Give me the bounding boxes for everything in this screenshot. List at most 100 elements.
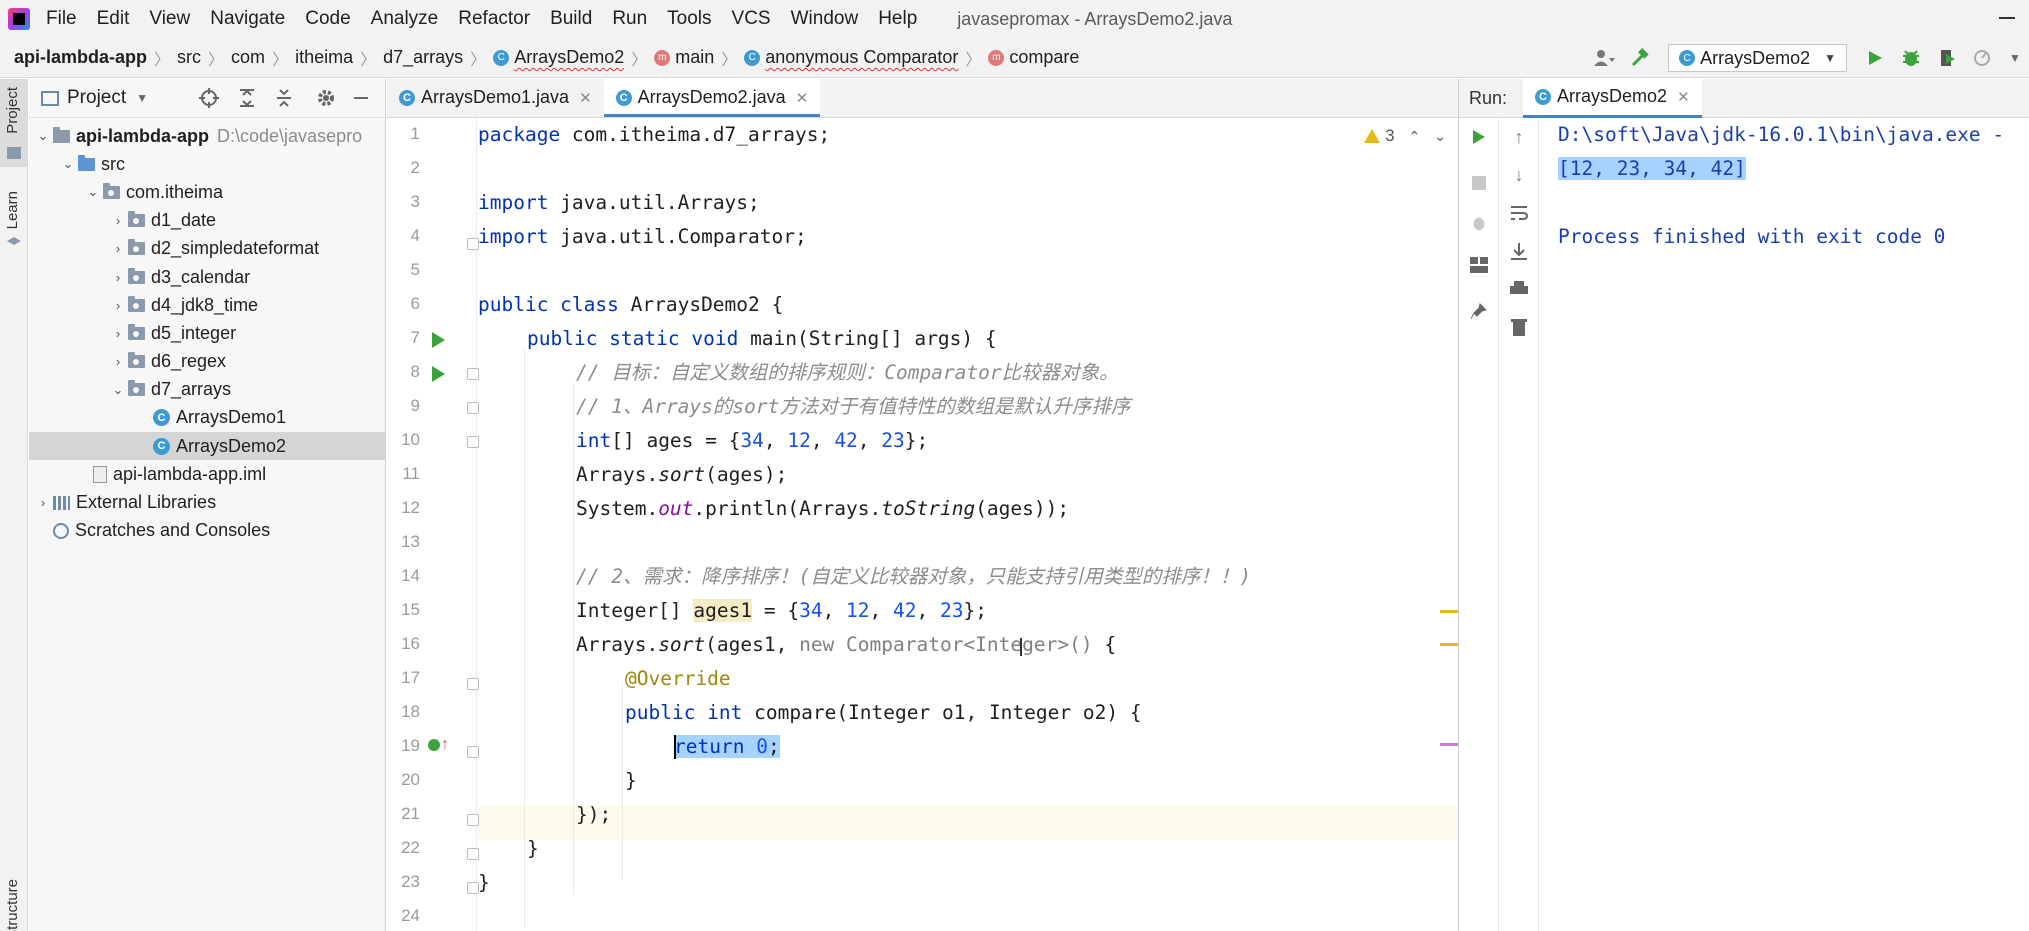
tree-row-class-arraysdemo2[interactable]: C ArraysDemo2 bbox=[29, 432, 385, 461]
tree-row-external[interactable]: › External Libraries bbox=[29, 488, 385, 516]
tree-row-src[interactable]: ⌄ src bbox=[29, 150, 385, 178]
run-config-select[interactable]: C ArraysDemo2 ▼ bbox=[1668, 44, 1847, 72]
chevron-down-icon[interactable]: ▼ bbox=[136, 91, 148, 105]
coverage-icon[interactable] bbox=[1936, 47, 1958, 69]
crumb-class[interactable]: C ArraysDemo2 bbox=[493, 47, 624, 68]
tree-class-label: ArraysDemo1 bbox=[176, 407, 287, 428]
debug-disabled-icon[interactable] bbox=[1469, 213, 1489, 233]
run-main-icon[interactable] bbox=[432, 366, 445, 382]
menu-file[interactable]: File bbox=[46, 8, 77, 30]
crumb-itheima[interactable]: itheima bbox=[295, 47, 353, 68]
tree-row-d7[interactable]: ⌄ d7_arrays bbox=[29, 376, 385, 404]
menu-tools[interactable]: Tools bbox=[667, 8, 711, 30]
code-line-12: System.out.println(Arrays.toString(ages)… bbox=[576, 497, 1070, 520]
run-tab-arraysdemo2[interactable]: C ArraysDemo2 ✕ bbox=[1523, 78, 1702, 118]
close-icon[interactable]: ✕ bbox=[796, 89, 809, 107]
chevron-right-icon[interactable]: › bbox=[108, 354, 128, 369]
chevron-right-icon[interactable]: › bbox=[108, 326, 128, 341]
tree-row-iml[interactable]: api-lambda-app.iml bbox=[29, 460, 385, 488]
menu-help[interactable]: Help bbox=[878, 8, 917, 30]
build-hammer-icon[interactable] bbox=[1629, 47, 1651, 69]
chevron-right-icon[interactable]: › bbox=[33, 495, 53, 510]
tree-row-d3[interactable]: › d3_calendar bbox=[29, 263, 385, 291]
run-tab-label: ArraysDemo2 bbox=[1557, 86, 1668, 106]
chevron-down-icon[interactable]: ⌄ bbox=[33, 128, 53, 144]
code-editor[interactable]: package com.itheima.d7_arrays; import ja… bbox=[478, 118, 1458, 931]
selection-stripe-marker[interactable] bbox=[1440, 743, 1458, 746]
menu-build[interactable]: Build bbox=[550, 8, 592, 30]
crumb-src[interactable]: src bbox=[177, 47, 201, 68]
tree-row-class-arraysdemo1[interactable]: C ArraysDemo1 bbox=[29, 404, 385, 432]
menu-window[interactable]: Window bbox=[791, 8, 859, 30]
chevron-right-icon[interactable]: › bbox=[108, 241, 128, 256]
hide-panel-icon[interactable] bbox=[351, 88, 371, 108]
more-actions-icon[interactable]: ▼ bbox=[2008, 47, 2022, 69]
tab-arraysdemo2[interactable]: C ArraysDemo2.java ✕ bbox=[603, 78, 821, 117]
chevron-right-icon[interactable]: › bbox=[108, 213, 128, 228]
menu-refactor[interactable]: Refactor bbox=[458, 8, 530, 30]
crumb-com[interactable]: com bbox=[231, 47, 265, 68]
code-line-16: Arrays.sort(ages1, new Comparator<Intege… bbox=[576, 633, 1117, 656]
tree-row-scratches[interactable]: Scratches and Consoles bbox=[29, 517, 385, 545]
run-icon[interactable] bbox=[1864, 47, 1886, 69]
menu-view[interactable]: View bbox=[149, 8, 190, 30]
user-icon[interactable] bbox=[1593, 47, 1616, 69]
menu-code[interactable]: Code bbox=[305, 8, 350, 30]
crumb-package[interactable]: d7_arrays bbox=[383, 47, 463, 68]
stripe-structure-label[interactable]: Structure bbox=[4, 879, 21, 931]
chevron-right-icon[interactable]: › bbox=[108, 270, 128, 285]
menu-navigate[interactable]: Navigate bbox=[210, 8, 285, 30]
expand-all-icon[interactable] bbox=[237, 88, 257, 108]
stripe-learn-label[interactable]: Learn bbox=[4, 191, 21, 229]
tree-row-d5[interactable]: › d5_integer bbox=[29, 319, 385, 347]
crumb-method[interactable]: m main bbox=[654, 47, 714, 68]
inspection-widget[interactable]: 3 ⌃ ⌄ bbox=[1364, 126, 1446, 146]
chevron-up-icon[interactable]: ⌃ bbox=[1409, 128, 1421, 145]
arrow-down-icon[interactable]: ↓ bbox=[1509, 165, 1529, 185]
layout-icon[interactable] bbox=[1469, 255, 1489, 275]
run-class-icon[interactable] bbox=[432, 332, 445, 348]
stop-icon[interactable] bbox=[1469, 173, 1489, 193]
crumb-compare[interactable]: m compare bbox=[988, 47, 1079, 68]
print-icon[interactable] bbox=[1509, 279, 1529, 299]
project-panel-title[interactable]: Project bbox=[67, 87, 126, 109]
code-line-10: int[] ages = {34, 12, 42, 23}; bbox=[576, 429, 929, 452]
tab-arraysdemo1[interactable]: C ArraysDemo1.java ✕ bbox=[387, 78, 604, 117]
arrow-up-icon[interactable]: ↑ bbox=[1509, 127, 1529, 147]
crumb-project[interactable]: api-lambda-app bbox=[14, 47, 147, 68]
gear-icon[interactable] bbox=[316, 88, 336, 108]
menu-analyze[interactable]: Analyze bbox=[371, 8, 439, 30]
chevron-down-icon[interactable]: ⌄ bbox=[58, 156, 78, 172]
profile-icon[interactable] bbox=[1972, 47, 1994, 69]
crumb-anonymous[interactable]: C anonymous Comparator bbox=[744, 47, 958, 68]
debug-icon[interactable] bbox=[1900, 47, 1922, 69]
warning-stripe-marker[interactable] bbox=[1440, 610, 1458, 613]
tree-row-d4[interactable]: › d4_jdk8_time bbox=[29, 291, 385, 319]
close-icon[interactable]: ✕ bbox=[579, 89, 592, 107]
close-icon[interactable]: ✕ bbox=[1677, 88, 1690, 106]
tree-row-d1[interactable]: › d1_date bbox=[29, 207, 385, 235]
pin-icon[interactable] bbox=[1469, 301, 1489, 321]
chevron-right-icon[interactable]: › bbox=[108, 298, 128, 313]
collapse-all-icon[interactable] bbox=[274, 88, 294, 108]
chevron-down-icon[interactable]: ⌄ bbox=[108, 382, 128, 398]
implements-icon[interactable] bbox=[428, 739, 440, 751]
tree-row-root[interactable]: ⌄ api-lambda-app D:\code\javasepro bbox=[29, 122, 385, 150]
rerun-icon[interactable] bbox=[1469, 127, 1489, 147]
minimize-icon[interactable] bbox=[1999, 17, 2015, 19]
menu-edit[interactable]: Edit bbox=[97, 8, 130, 30]
tree-row-d6[interactable]: › d6_regex bbox=[29, 348, 385, 376]
tree-row-d2[interactable]: › d2_simpledateformat bbox=[29, 235, 385, 263]
chevron-down-icon[interactable]: ⌄ bbox=[1434, 128, 1446, 145]
console-output[interactable]: D:\soft\Java\jdk-16.0.1\bin\java.exe - [… bbox=[1558, 118, 2029, 931]
trash-icon[interactable] bbox=[1509, 317, 1529, 337]
warning-stripe-marker[interactable] bbox=[1440, 643, 1458, 646]
scroll-to-end-icon[interactable] bbox=[1509, 241, 1529, 261]
locate-icon[interactable] bbox=[199, 88, 219, 108]
soft-wrap-icon[interactable] bbox=[1509, 203, 1529, 223]
menu-run[interactable]: Run bbox=[612, 8, 647, 30]
menu-vcs[interactable]: VCS bbox=[732, 8, 771, 30]
override-arrow-icon[interactable]: ↑ bbox=[441, 736, 449, 754]
tree-row-package-root[interactable]: ⌄ com.itheima bbox=[29, 178, 385, 206]
chevron-down-icon[interactable]: ⌄ bbox=[83, 184, 103, 200]
